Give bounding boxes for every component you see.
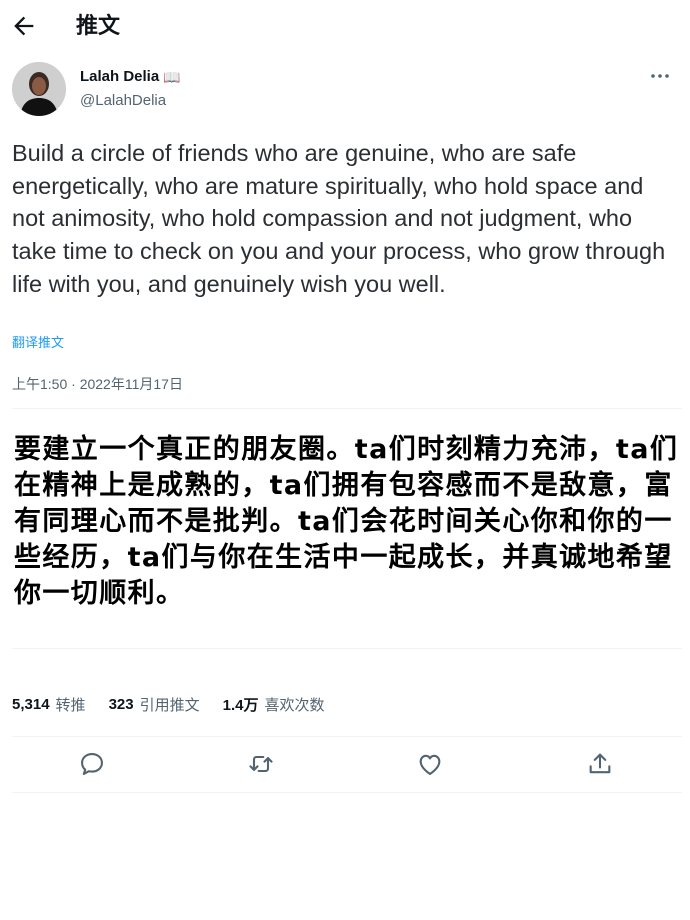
translate-tweet-link[interactable]: 翻译推文	[12, 334, 64, 352]
like-label: 喜欢次数	[264, 696, 325, 714]
open-book-icon: 📖	[163, 69, 181, 85]
quote-tweets-stat[interactable]: 323 引用推文	[109, 694, 200, 715]
tweet-actions-bar	[0, 744, 690, 784]
divider	[12, 648, 682, 649]
like-count: 1.4万	[222, 696, 259, 714]
tweet-text: Build a circle of friends who are genuin…	[12, 140, 666, 297]
reply-icon[interactable]	[78, 750, 106, 778]
divider	[12, 408, 682, 409]
avatar-portrait-icon	[12, 62, 66, 116]
avatar[interactable]	[12, 62, 66, 116]
author-handle[interactable]: @LalahDelia	[80, 91, 166, 111]
divider	[12, 736, 682, 737]
likes-stat[interactable]: 1.4万 喜欢次数	[223, 694, 325, 715]
engagement-stats: 5,314 转推 323 引用推文 1.4万 喜欢次数	[12, 693, 347, 715]
tweet-timestamp[interactable]: 上午1:50 · 2022年11月17日	[12, 375, 183, 393]
quote-label: 引用推文	[139, 696, 200, 714]
like-icon[interactable]	[416, 750, 444, 778]
share-icon[interactable]	[586, 750, 614, 778]
translation-overlay-text: 要建立一个真正的朋友圈。ta们时刻精力充沛，ta们在精神上是成熟的，ta们拥有包…	[14, 434, 679, 609]
retweets-stat[interactable]: 5,314 转推	[12, 694, 86, 715]
author-name-row: Lalah Delia 📖	[80, 66, 181, 88]
more-options-icon[interactable]	[648, 64, 672, 88]
retweet-icon[interactable]	[247, 750, 275, 778]
retweet-count: 5,314	[12, 695, 50, 713]
top-bar: 推文	[0, 0, 690, 52]
back-arrow-icon[interactable]	[10, 12, 38, 40]
divider	[12, 792, 682, 793]
page-title: 推文	[76, 13, 121, 38]
author-name[interactable]: Lalah Delia	[80, 66, 159, 88]
retweet-label: 转推	[55, 696, 86, 714]
quote-count: 323	[108, 695, 134, 713]
